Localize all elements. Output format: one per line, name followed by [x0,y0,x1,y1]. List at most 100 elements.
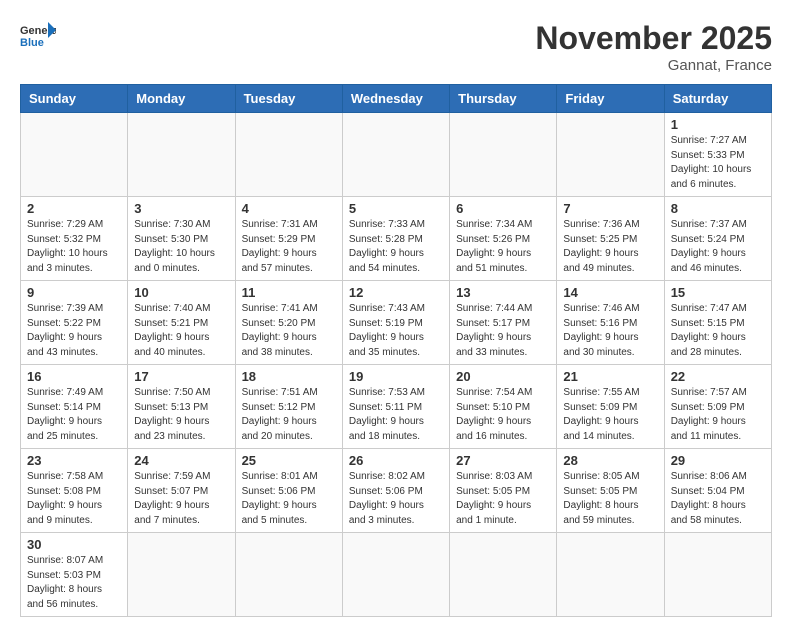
day-number: 9 [27,285,121,300]
day-info: Sunrise: 7:59 AM Sunset: 5:07 PM Dayligh… [134,470,228,528]
day-info: Sunrise: 7:47 AM Sunset: 5:15 PM Dayligh… [671,302,765,360]
week-row-1: 2 Sunrise: 7:29 AM Sunset: 5:32 PM Daylig… [21,197,772,281]
day-number: 25 [242,453,336,468]
calendar-cell: 5 Sunrise: 7:33 AM Sunset: 5:28 PM Daylig… [342,197,449,281]
calendar-cell [450,533,557,617]
calendar-cell: 24 Sunrise: 7:59 AM Sunset: 5:07 PM Dayli… [128,449,235,533]
day-info: Sunrise: 7:29 AM Sunset: 5:32 PM Dayligh… [27,218,121,276]
day-info: Sunrise: 7:43 AM Sunset: 5:19 PM Dayligh… [349,302,443,360]
week-row-4: 23Sunrise: 7:58 AM Sunset: 5:08 PM Dayli… [21,449,772,533]
day-number: 23 [27,453,121,468]
day-number: 27 [456,453,550,468]
day-info: Sunrise: 7:31 AM Sunset: 5:29 PM Dayligh… [242,218,336,276]
day-header-monday: Monday [128,85,235,113]
day-header-wednesday: Wednesday [342,85,449,113]
day-number: 21 [563,369,657,384]
day-number: 20 [456,369,550,384]
calendar-cell: 26 Sunrise: 8:02 AM Sunset: 5:06 PM Dayli… [342,449,449,533]
svg-text:Blue: Blue [20,37,44,49]
calendar-cell [557,533,664,617]
day-number: 16 [27,369,121,384]
day-number: 4 [242,201,336,216]
calendar-cell: 19Sunrise: 7:53 AM Sunset: 5:11 PM Dayli… [342,365,449,449]
day-number: 28 [563,453,657,468]
week-row-2: 9 Sunrise: 7:39 AM Sunset: 5:22 PM Daylig… [21,281,772,365]
day-info: Sunrise: 7:55 AM Sunset: 5:09 PM Dayligh… [563,386,657,444]
calendar-cell: 20 Sunrise: 7:54 AM Sunset: 5:10 PM Dayli… [450,365,557,449]
day-info: Sunrise: 7:34 AM Sunset: 5:26 PM Dayligh… [456,218,550,276]
logo: General Blue [20,20,56,50]
calendar-cell [128,533,235,617]
days-header-row: SundayMondayTuesdayWednesdayThursdayFrid… [21,85,772,113]
day-info: Sunrise: 8:06 AM Sunset: 5:04 PM Dayligh… [671,470,765,528]
day-header-thursday: Thursday [450,85,557,113]
page-header: General Blue November 2025 Gannat, Franc… [20,20,772,74]
day-number: 2 [27,201,121,216]
day-number: 3 [134,201,228,216]
day-info: Sunrise: 7:36 AM Sunset: 5:25 PM Dayligh… [563,218,657,276]
calendar-cell: 13 Sunrise: 7:44 AM Sunset: 5:17 PM Dayli… [450,281,557,365]
day-info: Sunrise: 8:05 AM Sunset: 5:05 PM Dayligh… [563,470,657,528]
day-number: 26 [349,453,443,468]
day-header-sunday: Sunday [21,85,128,113]
day-info: Sunrise: 7:57 AM Sunset: 5:09 PM Dayligh… [671,386,765,444]
calendar-cell: 25Sunrise: 8:01 AM Sunset: 5:06 PM Dayli… [235,449,342,533]
week-row-3: 16Sunrise: 7:49 AM Sunset: 5:14 PM Dayli… [21,365,772,449]
day-number: 1 [671,117,765,132]
day-number: 18 [242,369,336,384]
calendar-cell: 3 Sunrise: 7:30 AM Sunset: 5:30 PM Daylig… [128,197,235,281]
calendar-cell: 22 Sunrise: 7:57 AM Sunset: 5:09 PM Dayli… [664,365,771,449]
calendar-cell [342,533,449,617]
calendar-cell: 2 Sunrise: 7:29 AM Sunset: 5:32 PM Daylig… [21,197,128,281]
day-info: Sunrise: 8:07 AM Sunset: 5:03 PM Dayligh… [27,554,121,612]
day-number: 22 [671,369,765,384]
day-info: Sunrise: 7:54 AM Sunset: 5:10 PM Dayligh… [456,386,550,444]
day-info: Sunrise: 7:39 AM Sunset: 5:22 PM Dayligh… [27,302,121,360]
day-info: Sunrise: 8:02 AM Sunset: 5:06 PM Dayligh… [349,470,443,528]
day-header-saturday: Saturday [664,85,771,113]
calendar-cell: 11Sunrise: 7:41 AM Sunset: 5:20 PM Dayli… [235,281,342,365]
calendar-cell: 1Sunrise: 7:27 AM Sunset: 5:33 PM Daylig… [664,113,771,197]
week-row-5: 30Sunrise: 8:07 AM Sunset: 5:03 PM Dayli… [21,533,772,617]
calendar-cell: 12 Sunrise: 7:43 AM Sunset: 5:19 PM Dayli… [342,281,449,365]
calendar-table: SundayMondayTuesdayWednesdayThursdayFrid… [20,84,772,617]
day-number: 5 [349,201,443,216]
day-number: 6 [456,201,550,216]
day-info: Sunrise: 7:51 AM Sunset: 5:12 PM Dayligh… [242,386,336,444]
day-info: Sunrise: 7:30 AM Sunset: 5:30 PM Dayligh… [134,218,228,276]
day-header-tuesday: Tuesday [235,85,342,113]
day-number: 24 [134,453,228,468]
calendar-cell: 21 Sunrise: 7:55 AM Sunset: 5:09 PM Dayli… [557,365,664,449]
generalblue-logo-icon: General Blue [20,20,56,50]
day-number: 17 [134,369,228,384]
calendar-cell [235,533,342,617]
day-number: 13 [456,285,550,300]
day-number: 19 [349,369,443,384]
day-info: Sunrise: 7:46 AM Sunset: 5:16 PM Dayligh… [563,302,657,360]
calendar-cell: 27 Sunrise: 8:03 AM Sunset: 5:05 PM Dayli… [450,449,557,533]
calendar-cell [342,113,449,197]
day-number: 14 [563,285,657,300]
calendar-cell [557,113,664,197]
day-number: 12 [349,285,443,300]
calendar-cell: 9 Sunrise: 7:39 AM Sunset: 5:22 PM Daylig… [21,281,128,365]
day-number: 8 [671,201,765,216]
day-number: 15 [671,285,765,300]
calendar-cell: 14 Sunrise: 7:46 AM Sunset: 5:16 PM Dayli… [557,281,664,365]
day-info: Sunrise: 7:33 AM Sunset: 5:28 PM Dayligh… [349,218,443,276]
calendar-cell: 8Sunrise: 7:37 AM Sunset: 5:24 PM Daylig… [664,197,771,281]
day-header-friday: Friday [557,85,664,113]
calendar-cell: 7Sunrise: 7:36 AM Sunset: 5:25 PM Daylig… [557,197,664,281]
calendar-cell [664,533,771,617]
day-number: 29 [671,453,765,468]
calendar-cell: 28 Sunrise: 8:05 AM Sunset: 5:05 PM Dayli… [557,449,664,533]
calendar-cell [235,113,342,197]
calendar-cell: 16Sunrise: 7:49 AM Sunset: 5:14 PM Dayli… [21,365,128,449]
day-info: Sunrise: 7:44 AM Sunset: 5:17 PM Dayligh… [456,302,550,360]
day-info: Sunrise: 7:50 AM Sunset: 5:13 PM Dayligh… [134,386,228,444]
day-info: Sunrise: 8:03 AM Sunset: 5:05 PM Dayligh… [456,470,550,528]
day-info: Sunrise: 7:41 AM Sunset: 5:20 PM Dayligh… [242,302,336,360]
month-title: November 2025 [535,20,772,57]
week-row-0: 1Sunrise: 7:27 AM Sunset: 5:33 PM Daylig… [21,113,772,197]
calendar-cell: 23Sunrise: 7:58 AM Sunset: 5:08 PM Dayli… [21,449,128,533]
